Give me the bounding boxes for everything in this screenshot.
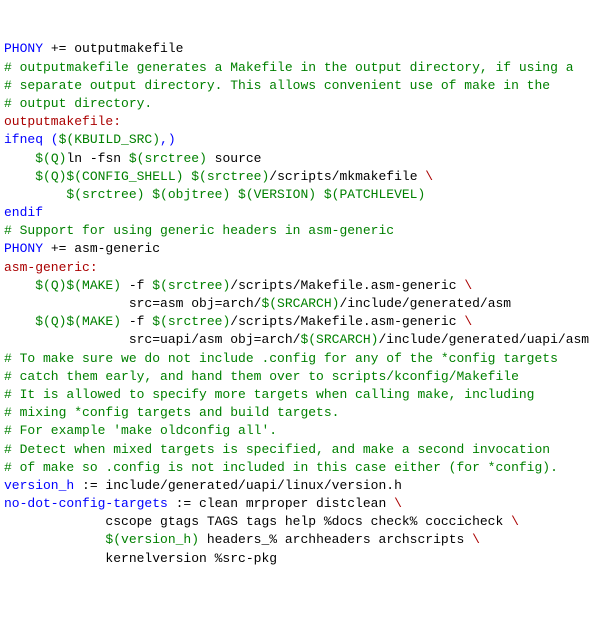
code-line: version_h := include/generated/uapi/linu… — [4, 477, 600, 495]
code-token — [4, 169, 35, 184]
makefile-code-block: PHONY += outputmakefile # outputmakefile … — [4, 40, 600, 567]
code-token — [4, 314, 35, 329]
code-line: $(version_h) headers_% archheaders archs… — [4, 531, 600, 549]
code-token: # of make so .config is not included in … — [4, 460, 558, 475]
code-token: version_h — [4, 478, 74, 493]
code-token: \ — [464, 314, 472, 329]
code-token: no-dot-config-targets — [4, 496, 168, 511]
code-line: $(Q)$(CONFIG_SHELL) $(srctree)/scripts/m… — [4, 168, 600, 186]
code-line: $(srctree) $(objtree) $(VERSION) $(PATCH… — [4, 186, 600, 204]
code-token: # Detect when mixed targets is specified… — [4, 442, 550, 457]
code-token: \ — [394, 496, 402, 511]
code-line: kernelversion %src-pkg — [4, 550, 600, 568]
code-line: # It is allowed to specify more targets … — [4, 386, 600, 404]
code-token: # For example 'make oldconfig all'. — [4, 423, 277, 438]
code-token — [4, 278, 35, 293]
code-token: src=uapi/asm obj=arch/ — [4, 332, 300, 347]
code-line: # Support for using generic headers in a… — [4, 222, 600, 240]
code-token: $(Q)$(MAKE) — [35, 314, 121, 329]
code-line: endif — [4, 204, 600, 222]
code-token — [4, 151, 35, 166]
code-token: -f — [121, 278, 152, 293]
code-token: /scripts/Makefile.asm-generic — [230, 314, 464, 329]
code-token: # To make sure we do not include .config… — [4, 351, 558, 366]
code-token: ,) — [160, 132, 176, 147]
code-line: # of make so .config is not included in … — [4, 459, 600, 477]
code-token: $(srctree) $(objtree) $(VERSION) $(PATCH… — [66, 187, 425, 202]
code-token: := clean mrproper distclean — [168, 496, 394, 511]
code-line: # To make sure we do not include .config… — [4, 350, 600, 368]
code-line: ifneq ($(KBUILD_SRC),) — [4, 131, 600, 149]
code-line: src=uapi/asm obj=arch/$(SRCARCH)/include… — [4, 331, 600, 349]
code-token: PHONY — [4, 241, 43, 256]
code-token: \ — [511, 514, 519, 529]
code-line: src=asm obj=arch/$(SRCARCH)/include/gene… — [4, 295, 600, 313]
code-line: cscope gtags TAGS tags help %docs check%… — [4, 513, 600, 531]
code-token: $(srctree) — [129, 151, 207, 166]
code-line: PHONY += outputmakefile — [4, 40, 600, 58]
code-token: $(SRCARCH) — [261, 296, 339, 311]
code-token: asm-generic: — [4, 260, 98, 275]
code-token: # catch them early, and hand them over t… — [4, 369, 519, 384]
code-token: endif — [4, 205, 43, 220]
code-line: # catch them early, and hand them over t… — [4, 368, 600, 386]
code-line: # output directory. — [4, 95, 600, 113]
code-line: outputmakefile: — [4, 113, 600, 131]
code-token: $(srctree) — [152, 314, 230, 329]
code-token: # mixing *config targets and build targe… — [4, 405, 339, 420]
code-token: /scripts/mkmakefile — [269, 169, 425, 184]
code-line: # For example 'make oldconfig all'. — [4, 422, 600, 440]
code-token: $(Q)$(CONFIG_SHELL) $(srctree) — [35, 169, 269, 184]
code-token: $(SRCARCH) — [300, 332, 378, 347]
code-token — [4, 187, 66, 202]
code-token: /scripts/Makefile.asm-generic — [230, 278, 464, 293]
code-token: -f — [121, 314, 152, 329]
code-token: kernelversion %src-pkg — [4, 551, 277, 566]
code-token: # output directory. — [4, 96, 152, 111]
code-token: $(KBUILD_SRC) — [59, 132, 160, 147]
code-token: headers_% archheaders archscripts — [199, 532, 472, 547]
code-token: outputmakefile: — [4, 114, 121, 129]
code-token: # separate output directory. This allows… — [4, 78, 550, 93]
code-line: PHONY += asm-generic — [4, 240, 600, 258]
code-token: src=asm obj=arch/ — [4, 296, 261, 311]
code-token: \ — [425, 169, 433, 184]
code-token: \ — [472, 532, 480, 547]
code-token — [4, 532, 105, 547]
code-token: /include/generated/uapi/asm — [378, 332, 589, 347]
code-line: # separate output directory. This allows… — [4, 77, 600, 95]
code-line: asm-generic: — [4, 259, 600, 277]
code-line: # outputmakefile generates a Makefile in… — [4, 59, 600, 77]
code-token: := include/generated/uapi/linux/version.… — [74, 478, 402, 493]
code-token: += outputmakefile — [43, 41, 183, 56]
code-line: $(Q)$(MAKE) -f $(srctree)/scripts/Makefi… — [4, 277, 600, 295]
code-line: $(Q)ln -fsn $(srctree) source — [4, 150, 600, 168]
code-token: $(Q)$(MAKE) — [35, 278, 121, 293]
code-token: # It is allowed to specify more targets … — [4, 387, 535, 402]
code-token: $(version_h) — [105, 532, 199, 547]
code-token: += asm-generic — [43, 241, 160, 256]
code-line: no-dot-config-targets := clean mrproper … — [4, 495, 600, 513]
code-token: $(srctree) — [152, 278, 230, 293]
code-line: # Detect when mixed targets is specified… — [4, 441, 600, 459]
code-token: # Support for using generic headers in a… — [4, 223, 394, 238]
code-line: $(Q)$(MAKE) -f $(srctree)/scripts/Makefi… — [4, 313, 600, 331]
code-line: # mixing *config targets and build targe… — [4, 404, 600, 422]
code-token: \ — [464, 278, 472, 293]
code-token: # outputmakefile generates a Makefile in… — [4, 60, 574, 75]
code-token: $(Q) — [35, 151, 66, 166]
code-token: cscope gtags TAGS tags help %docs check%… — [4, 514, 511, 529]
code-token: ifneq ( — [4, 132, 59, 147]
code-token: PHONY — [4, 41, 43, 56]
code-token: ln -fsn — [66, 151, 128, 166]
code-token: /include/generated/asm — [339, 296, 511, 311]
code-token: source — [207, 151, 262, 166]
